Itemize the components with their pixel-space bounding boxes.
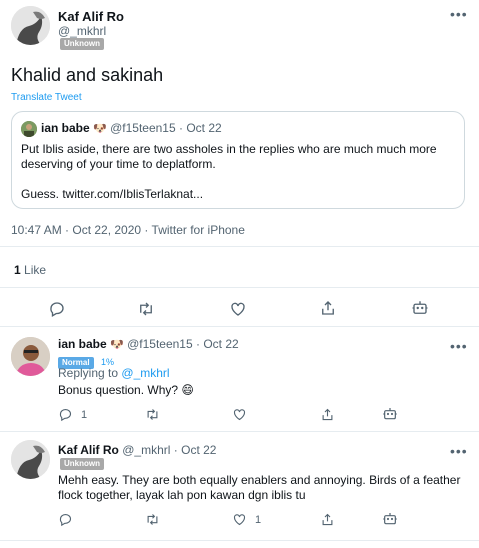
- bot-icon[interactable]: [411, 299, 429, 317]
- like-count: 1: [14, 263, 21, 277]
- grinning-emoji-icon: 😄: [181, 383, 194, 397]
- share-icon[interactable]: [319, 299, 337, 317]
- more-options-icon[interactable]: •••: [450, 444, 468, 458]
- quoted-date: Oct 22: [186, 121, 222, 135]
- quoted-text-line-3: Guess. twitter.com/IblisTerlaknat...: [21, 187, 204, 201]
- bot-icon[interactable]: [382, 511, 398, 527]
- avatar[interactable]: [11, 6, 50, 45]
- share-icon[interactable]: [320, 512, 335, 527]
- quoted-tweet[interactable]: ian babe 🐶 @f15teen15 · Oct 22 Put Iblis…: [11, 111, 465, 209]
- like-count-row[interactable]: 1 Like: [14, 263, 46, 277]
- separator: ·: [196, 337, 200, 351]
- heart-icon[interactable]: [232, 407, 247, 422]
- quoted-handle: @f15teen15: [110, 121, 176, 135]
- reply-date[interactable]: Oct 22: [203, 337, 238, 351]
- quoted-avatar: [21, 121, 37, 137]
- user-badge: Unknown: [60, 458, 104, 470]
- tweet-timestamp[interactable]: 10:47 AM · Oct 22, 2020 · Twitter for iP…: [11, 223, 245, 237]
- tweet-text: Khalid and sakinah: [11, 65, 164, 85]
- avatar-image: [11, 337, 50, 376]
- reply-text-line-2: flock together, layak lah pon kawan dgn …: [58, 488, 306, 502]
- reply-text: Bonus question. Why?: [58, 383, 179, 397]
- reply-icon[interactable]: [58, 407, 73, 422]
- separator: ·: [179, 121, 183, 135]
- author-handle[interactable]: @_mkhrl: [58, 24, 106, 38]
- user-badge: Unknown: [60, 38, 104, 50]
- more-options-icon[interactable]: •••: [450, 339, 468, 353]
- heart-icon[interactable]: [232, 512, 247, 527]
- reply-text-line-1: Mehh easy. They are both equally enabler…: [58, 473, 461, 487]
- bot-icon[interactable]: [382, 406, 398, 422]
- replying-to-handle[interactable]: @_mkhrl: [121, 366, 169, 380]
- author-handle[interactable]: @_mkhrl: [122, 443, 170, 457]
- replying-to-label: Replying to: [58, 366, 119, 380]
- author-name[interactable]: ian babe: [58, 337, 107, 351]
- retweet-icon[interactable]: [137, 300, 155, 318]
- author-name[interactable]: Kaf Alif Ro: [58, 443, 119, 457]
- quoted-text-line-2: deserving of your time to deplatform.: [21, 157, 216, 171]
- share-icon[interactable]: [320, 407, 335, 422]
- quoted-author-name: ian babe: [41, 121, 90, 135]
- reply-icon[interactable]: [58, 512, 73, 527]
- author-name[interactable]: Kaf Alif Ro: [58, 9, 124, 24]
- translate-tweet-link[interactable]: Translate Tweet: [11, 92, 82, 103]
- reply-date[interactable]: Oct 22: [181, 443, 216, 457]
- retweet-icon[interactable]: [145, 407, 160, 422]
- avatar-image: [11, 440, 50, 479]
- separator: ·: [173, 443, 178, 457]
- retweet-icon[interactable]: [145, 512, 160, 527]
- reply-count: 1: [81, 409, 88, 421]
- heart-icon[interactable]: [229, 300, 247, 318]
- reply-icon[interactable]: [48, 300, 66, 318]
- avatar[interactable]: [11, 440, 50, 479]
- dog-emoji-icon: 🐶: [110, 339, 124, 351]
- more-options-icon[interactable]: •••: [450, 7, 468, 21]
- avatar[interactable]: [11, 337, 50, 376]
- quoted-text-line-1: Put Iblis aside, there are two assholes …: [21, 142, 437, 156]
- like-label: Like: [24, 263, 47, 277]
- author-handle[interactable]: @f15teen15: [127, 337, 193, 351]
- dog-emoji-icon: 🐶: [93, 123, 107, 135]
- like-count: 1: [255, 514, 262, 526]
- avatar-image: [11, 6, 50, 45]
